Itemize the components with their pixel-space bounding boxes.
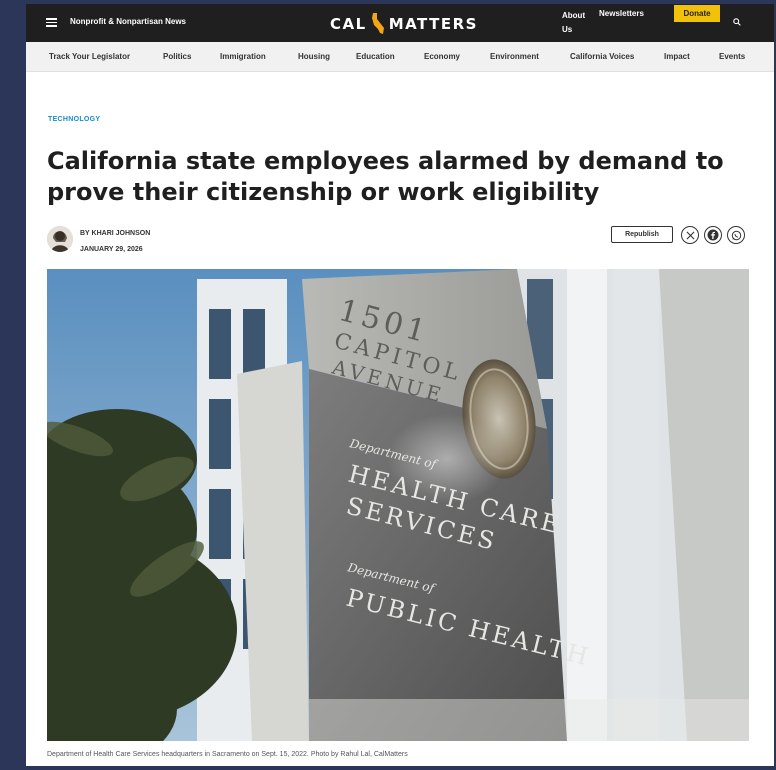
nav-item-housing[interactable]: Housing	[298, 52, 330, 61]
logo-text-left: CAL	[330, 15, 367, 33]
publish-date: JANUARY 29, 2026	[80, 246, 143, 253]
author-byline[interactable]: BY KHARI JOHNSON	[80, 230, 150, 237]
newsletters-link[interactable]: Newsletters	[599, 9, 644, 18]
nav-item-environment[interactable]: Environment	[490, 52, 539, 61]
building-sign-image: 1501 CAPITOL AVENUE Department of HEALTH…	[47, 269, 749, 741]
nav-item-immigration[interactable]: Immigration	[220, 52, 266, 61]
nav-item-economy[interactable]: Economy	[424, 52, 460, 61]
menu-icon[interactable]	[46, 18, 57, 27]
section-kicker[interactable]: TECHNOLOGY	[48, 116, 100, 123]
nav-item-track-your-legislator[interactable]: Track Your Legislator	[49, 52, 130, 61]
section-nav: Track Your Legislator Politics Immigrati…	[26, 42, 774, 72]
whatsapp-icon	[731, 230, 741, 240]
browser-page: Nonprofit & Nonpartisan News CAL MATTERS…	[26, 4, 774, 766]
nav-item-politics[interactable]: Politics	[163, 52, 191, 61]
about-link[interactable]: About Us	[562, 9, 590, 37]
calmatters-logo[interactable]: CAL MATTERS	[330, 12, 478, 36]
share-whatsapp-button[interactable]	[727, 226, 745, 244]
nav-item-impact[interactable]: Impact	[664, 52, 690, 61]
article-hero-photo[interactable]: 1501 CAPITOL AVENUE Department of HEALTH…	[47, 269, 749, 741]
author-avatar[interactable]	[47, 226, 73, 252]
author-photo-icon	[47, 226, 73, 252]
search-icon[interactable]	[733, 18, 741, 26]
photo-caption: Department of Health Care Services headq…	[47, 751, 408, 758]
nav-item-events[interactable]: Events	[719, 52, 745, 61]
share-x-button[interactable]	[681, 226, 699, 244]
article-headline: California state employees alarmed by de…	[47, 147, 724, 206]
california-shape-icon	[371, 13, 384, 34]
republish-button[interactable]: Republish	[611, 226, 673, 243]
share-facebook-button[interactable]	[704, 226, 722, 244]
nav-item-california-voices[interactable]: California Voices	[570, 52, 634, 61]
nav-item-education[interactable]: Education	[356, 52, 395, 61]
facebook-icon	[707, 229, 719, 241]
x-icon	[686, 231, 694, 239]
donate-button[interactable]: Donate	[674, 5, 720, 22]
logo-text-right: MATTERS	[388, 15, 478, 33]
site-header: Nonprofit & Nonpartisan News CAL MATTERS…	[26, 4, 774, 42]
site-tagline: Nonprofit & Nonpartisan News	[70, 17, 187, 26]
